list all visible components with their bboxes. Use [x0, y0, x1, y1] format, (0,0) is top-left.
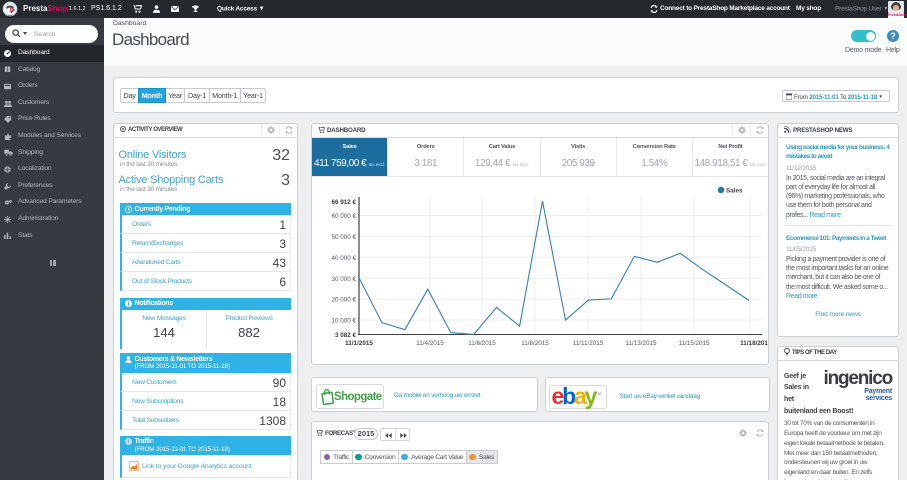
svg-text:11/1/2015: 11/1/2015	[345, 340, 373, 347]
svg-text:11/13/2015: 11/13/2015	[625, 340, 657, 347]
svg-text:60 000 €: 60 000 €	[331, 213, 356, 220]
svg-text:Sales: Sales	[726, 187, 743, 194]
svg-text:11/6/2015: 11/6/2015	[468, 340, 496, 347]
svg-text:10 000 €: 10 000 €	[331, 317, 356, 324]
svg-text:11/8/2015: 11/8/2015	[521, 340, 549, 347]
svg-text:66 912 €: 66 912 €	[331, 199, 356, 206]
svg-text:11/11/2015: 11/11/2015	[573, 340, 604, 347]
svg-text:30 000 €: 30 000 €	[331, 276, 356, 283]
svg-text:11/4/2015: 11/4/2015	[416, 340, 444, 347]
svg-text:11/15/2015: 11/15/2015	[678, 340, 710, 347]
svg-text:20 000 €: 20 000 €	[331, 296, 356, 303]
svg-text:50 000 €: 50 000 €	[331, 234, 356, 241]
svg-text:40 000 €: 40 000 €	[331, 255, 356, 262]
svg-text:11/18/201: 11/18/201	[740, 340, 768, 347]
svg-text:3 082 €: 3 082 €	[335, 332, 357, 339]
